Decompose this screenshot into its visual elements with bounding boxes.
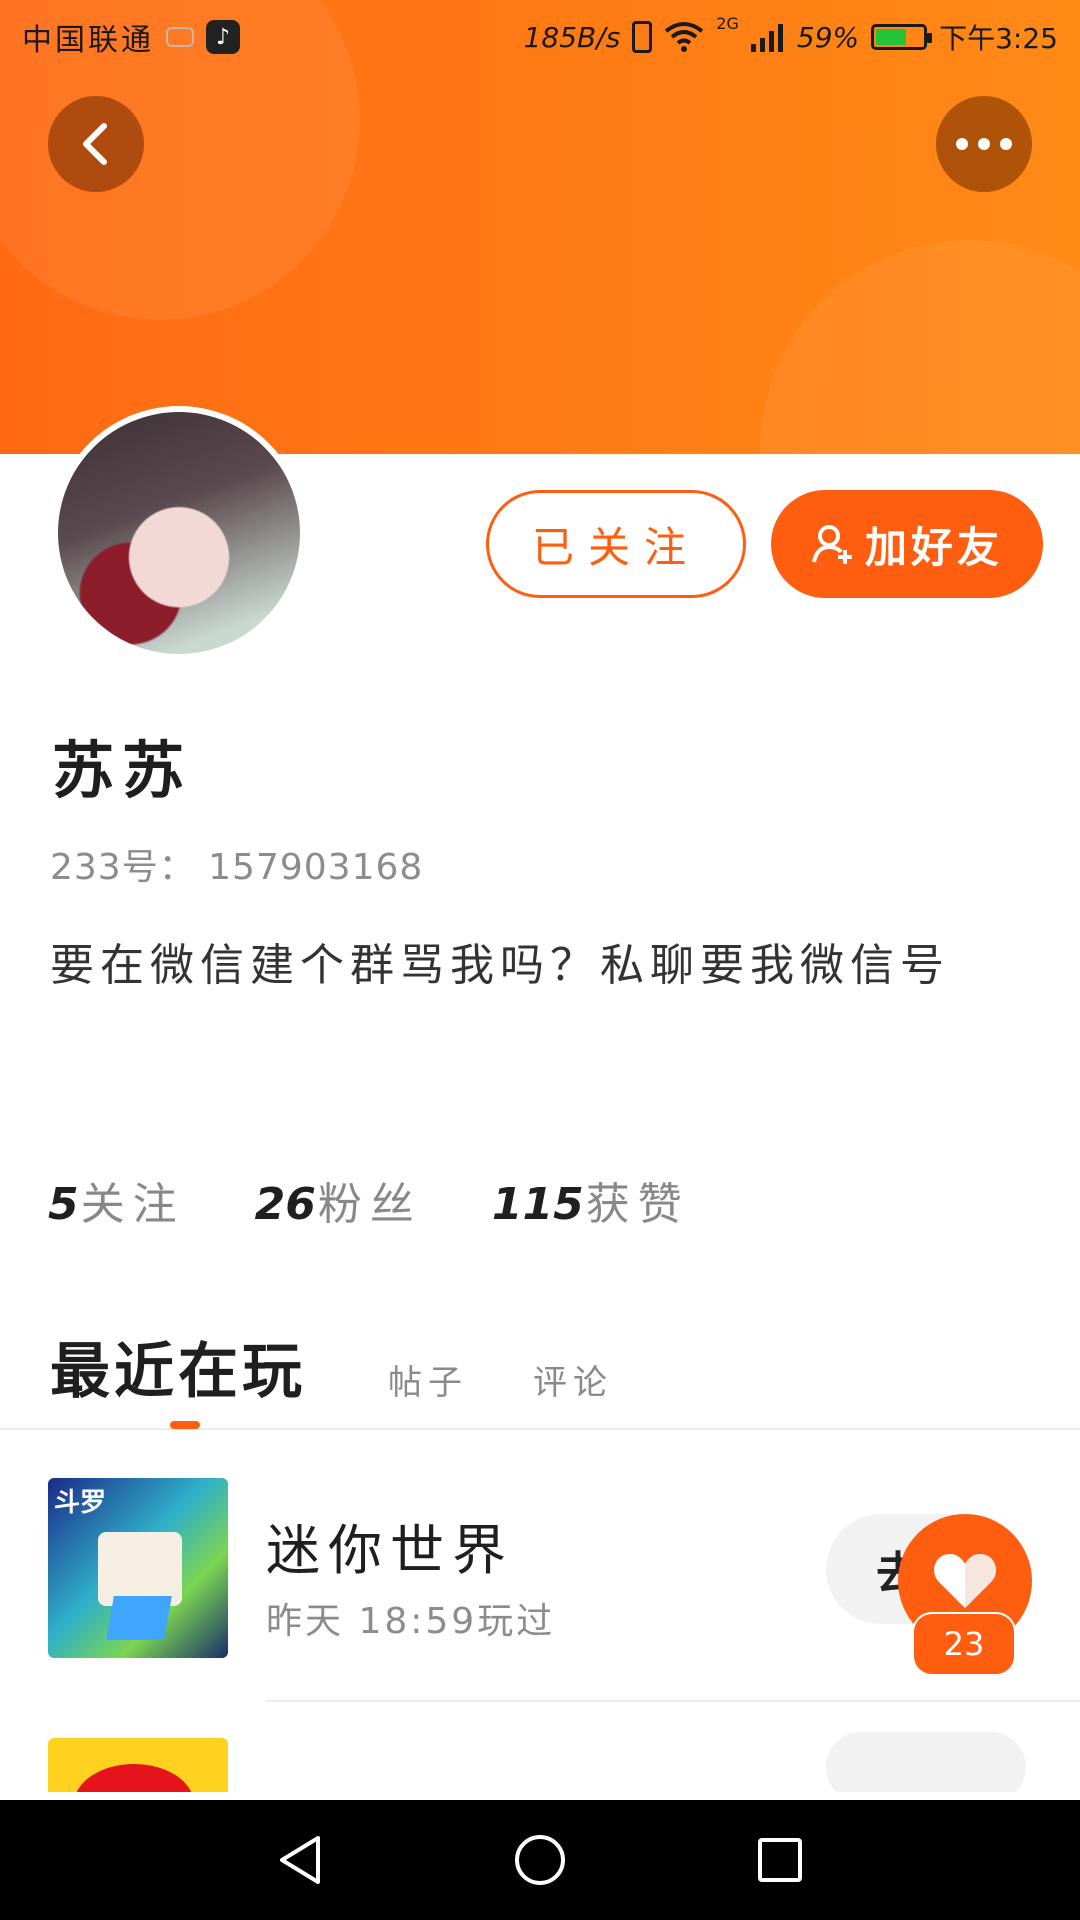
game-thumbnail: 斗罗 <box>48 1478 228 1658</box>
banner-decoration <box>760 240 1080 454</box>
battery-icon <box>871 24 933 50</box>
vibrate-icon <box>632 21 653 53</box>
fans-count: 26 <box>254 1179 316 1230</box>
add-friend-button[interactable]: 加好友 <box>771 490 1043 598</box>
profile-name: 苏苏 <box>52 734 193 807</box>
game-name: 迷你世界 <box>266 1519 514 1582</box>
system-nav-bar <box>0 1800 1080 1920</box>
game-thumb-tag: 斗罗 <box>54 1488 107 1518</box>
following-stat[interactable]: 5 关注 <box>48 1168 185 1232</box>
back-button[interactable] <box>48 96 144 192</box>
signal-icon <box>750 24 783 52</box>
account-id: 233号： 157903168 <box>50 847 424 888</box>
profile-bio: 要在微信建个群骂我吗？私聊要我微信号 <box>50 940 950 991</box>
avatar[interactable] <box>52 406 306 660</box>
game-played-time: 昨天 18:59玩过 <box>266 1601 556 1642</box>
tab-posts[interactable]: 帖子 <box>388 1355 468 1404</box>
clock: 下午3:25 <box>939 22 1058 55</box>
more-options-button[interactable] <box>936 96 1032 192</box>
triangle-back-icon <box>280 1836 320 1884</box>
carrier-label: 中国联通 <box>22 23 154 58</box>
fans-stat[interactable]: 26 粉丝 <box>255 1168 422 1232</box>
add-friend-label: 加好友 <box>864 522 1003 572</box>
followed-button[interactable]: 已关注 <box>486 490 746 598</box>
game-thumbnail <box>48 1738 228 1792</box>
profile-stats: 5 关注 26 粉丝 115 获赞 <box>48 1168 690 1232</box>
notification-icon <box>166 27 194 47</box>
nav-recents-button[interactable] <box>750 1830 810 1890</box>
likes-count: 115 <box>491 1179 584 1230</box>
network-type: 2G <box>716 14 739 33</box>
heart-icon <box>934 1554 996 1608</box>
net-speed: 185B/s <box>523 20 621 54</box>
tab-comments[interactable]: 评论 <box>533 1355 613 1404</box>
like-count-badge: 23 <box>912 1612 1016 1676</box>
tab-recently-played[interactable]: 最近在玩 <box>50 1323 306 1410</box>
list-item[interactable] <box>0 1702 1080 1792</box>
circle-home-icon <box>515 1835 565 1885</box>
nav-back-button[interactable] <box>270 1830 330 1890</box>
profile-header-banner: 中国联通 ♪ 185B/s 2G 59% 下午3:25 <box>0 0 1080 454</box>
active-tab-indicator <box>170 1421 200 1429</box>
battery-percent: 59% <box>796 20 860 54</box>
chevron-left-icon <box>83 123 107 165</box>
add-person-icon <box>812 525 852 564</box>
status-bar: 中国联通 ♪ 185B/s 2G 59% 下午3:25 <box>0 0 1080 76</box>
profile-tabs: 最近在玩 帖子 评论 <box>0 1310 1080 1430</box>
fans-label: 粉丝 <box>317 1179 422 1230</box>
square-recents-icon <box>758 1838 802 1882</box>
wifi-icon <box>665 22 704 52</box>
nav-home-button[interactable] <box>510 1830 570 1890</box>
likes-label: 获赞 <box>585 1179 690 1230</box>
tiktok-icon: ♪ <box>206 20 240 54</box>
open-game-button[interactable] <box>826 1732 1026 1792</box>
game-art <box>106 1596 172 1640</box>
more-dots-icon <box>956 138 1012 150</box>
following-count: 5 <box>48 1179 79 1230</box>
likes-stat[interactable]: 115 获赞 <box>492 1168 690 1232</box>
avatar-image <box>58 412 300 654</box>
following-label: 关注 <box>80 1179 185 1230</box>
game-art <box>98 1532 182 1606</box>
game-art <box>74 1764 194 1792</box>
